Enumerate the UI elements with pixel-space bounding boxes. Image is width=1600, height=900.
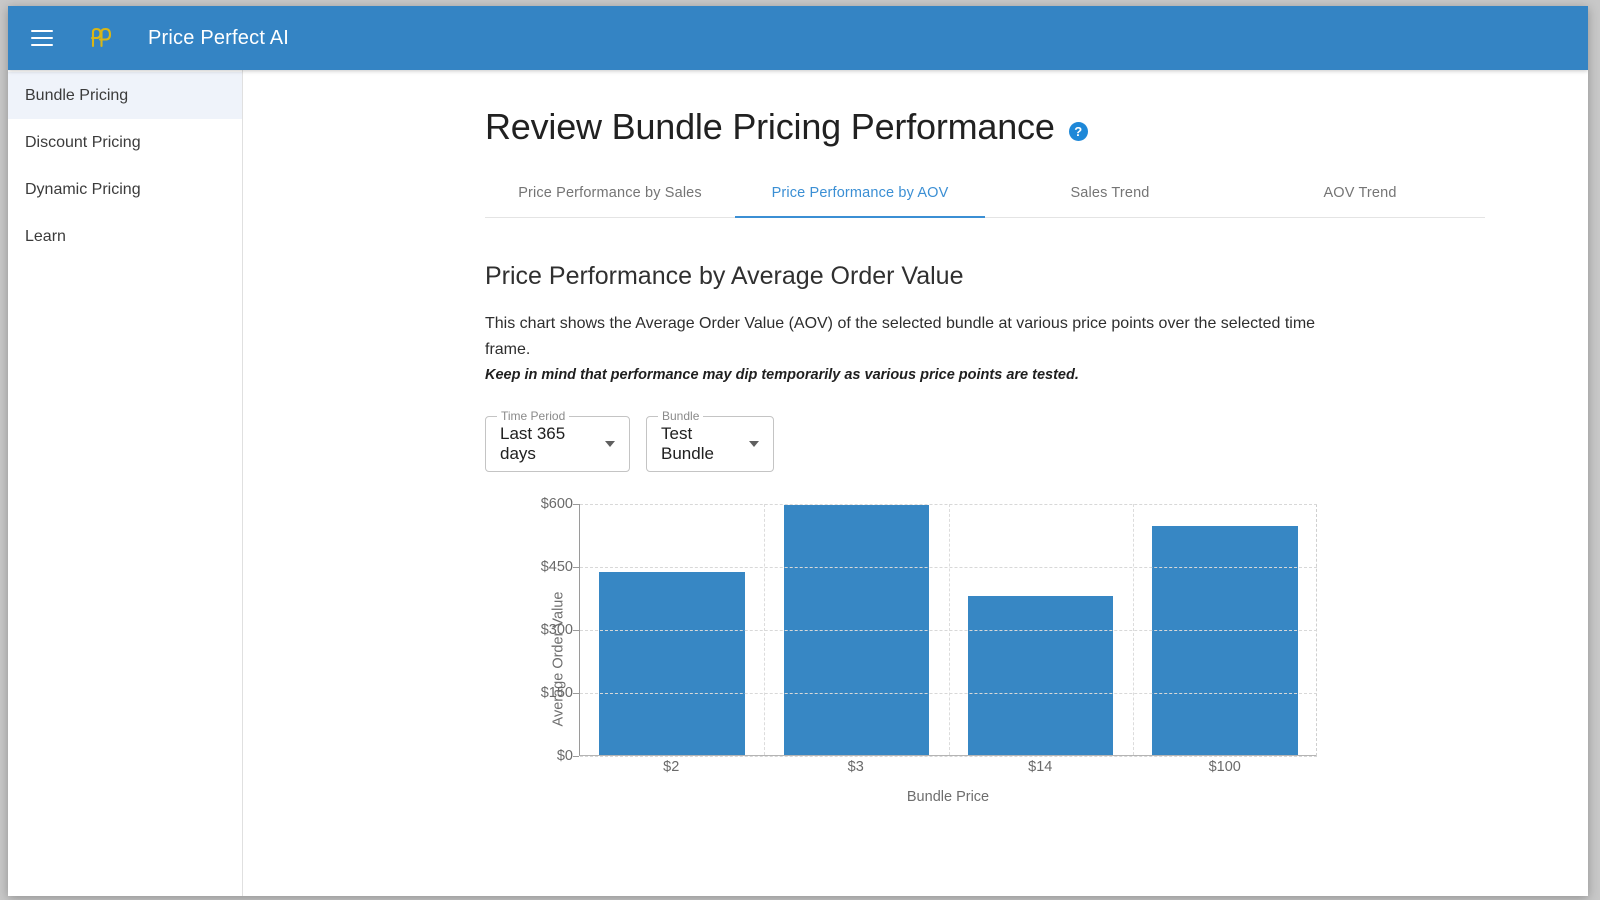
y-axis-tick-label: $300 — [541, 622, 573, 638]
aov-bar-chart: Average Order Value $0$150$300$450$600 $… — [485, 504, 1555, 814]
bundle-value: Test Bundle — [661, 424, 736, 464]
sidebar-item-learn[interactable]: Learn — [8, 213, 242, 260]
sidebar-item-label: Dynamic Pricing — [25, 181, 141, 199]
tab-label: AOV Trend — [1323, 185, 1396, 201]
chart-bar-slot — [1133, 503, 1317, 755]
chart-gridline — [580, 756, 1317, 757]
y-axis-tick — [573, 567, 579, 568]
chart-filters: Time Period Last 365 days Bundle Test Bu… — [485, 416, 1588, 472]
tab-sales-trend[interactable]: Sales Trend — [985, 171, 1235, 218]
tab-price-performance-by-aov[interactable]: Price Performance by AOV — [735, 171, 985, 218]
chevron-down-icon — [749, 441, 759, 447]
bundle-label: Bundle — [658, 409, 703, 423]
sidebar-item-label: Learn — [25, 228, 66, 246]
page-title-row: Review Bundle Pricing Performance ? — [485, 106, 1588, 148]
sidebar-item-label: Bundle Pricing — [25, 87, 128, 105]
sidebar-item-dynamic-pricing[interactable]: Dynamic Pricing — [8, 166, 242, 213]
menu-line — [31, 30, 53, 32]
y-axis-tick — [573, 756, 579, 757]
tab-label: Price Performance by AOV — [772, 185, 949, 201]
time-period-value: Last 365 days — [500, 424, 592, 464]
x-axis-tick-label: $3 — [764, 759, 949, 775]
sidebar-item-label: Discount Pricing — [25, 134, 141, 152]
y-axis-tick — [573, 504, 579, 505]
tab-label: Sales Trend — [1070, 185, 1149, 201]
section-description: This chart shows the Average Order Value… — [485, 311, 1325, 363]
chart-vertical-gridline — [764, 504, 765, 755]
page-title: Review Bundle Pricing Performance — [485, 106, 1055, 148]
menu-line — [31, 37, 53, 39]
x-axis-tick-label: $14 — [948, 759, 1133, 775]
main-content: Review Bundle Pricing Performance ? Pric… — [243, 70, 1588, 896]
y-axis-tick-label: $150 — [541, 685, 573, 701]
time-period-select[interactable]: Time Period Last 365 days — [485, 416, 630, 472]
chart-bar-slot — [949, 503, 1133, 755]
section-title: Price Performance by Average Order Value — [485, 262, 1588, 291]
sidebar: Bundle Pricing Discount Pricing Dynamic … — [8, 70, 243, 896]
chart-bar-slot — [764, 503, 948, 755]
y-axis-tick — [573, 693, 579, 694]
y-axis-labels: $0$150$300$450$600 — [511, 504, 573, 756]
bundle-select[interactable]: Bundle Test Bundle — [646, 416, 774, 472]
menu-line — [31, 44, 53, 46]
chart-bar[interactable] — [968, 596, 1114, 755]
tab-bar: Price Performance by Sales Price Perform… — [485, 171, 1485, 218]
price-perfect-logo-icon — [84, 21, 118, 55]
app-title: Price Perfect AI — [148, 27, 289, 50]
sidebar-item-discount-pricing[interactable]: Discount Pricing — [8, 119, 242, 166]
x-axis-labels: $2$3$14$100 — [579, 759, 1317, 775]
sidebar-item-bundle-pricing[interactable]: Bundle Pricing — [8, 72, 242, 119]
section-note: Keep in mind that performance may dip te… — [485, 367, 1588, 383]
tab-price-performance-by-sales[interactable]: Price Performance by Sales — [485, 171, 735, 218]
tab-label: Price Performance by Sales — [518, 185, 702, 201]
chevron-down-icon — [605, 441, 615, 447]
x-axis-tick-label: $2 — [579, 759, 764, 775]
y-axis-tick-label: $450 — [541, 559, 573, 575]
tab-aov-trend[interactable]: AOV Trend — [1235, 171, 1485, 218]
x-axis-tick-label: $100 — [1133, 759, 1318, 775]
top-app-bar: Price Perfect AI — [8, 6, 1588, 70]
y-axis-tick-label: $0 — [557, 748, 573, 764]
app-window: Price Perfect AI Bundle Pricing Discount… — [8, 6, 1588, 896]
chart-bar[interactable] — [1152, 526, 1298, 755]
y-axis-tick — [573, 630, 579, 631]
chart-bar[interactable] — [599, 572, 745, 755]
time-period-label: Time Period — [497, 409, 569, 423]
hamburger-menu-icon[interactable] — [22, 18, 62, 58]
chart-vertical-gridline — [1133, 504, 1134, 755]
chart-vertical-gridline — [949, 504, 950, 755]
y-axis-tick-label: $600 — [541, 496, 573, 512]
help-icon[interactable]: ? — [1069, 122, 1088, 141]
chart-plot-area — [579, 504, 1317, 756]
chart-bar-slot — [580, 503, 764, 755]
x-axis-title: Bundle Price — [579, 789, 1317, 805]
